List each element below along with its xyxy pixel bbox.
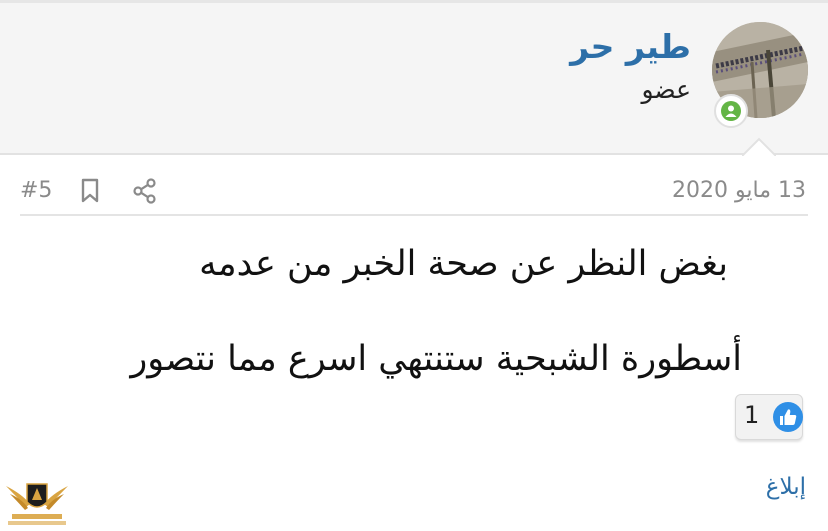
post-number-link[interactable]: #5 (20, 178, 52, 203)
author-name-link[interactable]: طير حر (570, 27, 691, 66)
report-link[interactable]: إبلاغ (766, 474, 806, 500)
forum-watermark-logo (6, 483, 68, 525)
post-author-header: طير حر عضو (0, 0, 828, 155)
post-text-line: أسطورة الشبحية ستنتهي اسرع مما نتصور (130, 339, 742, 379)
bookmark-icon[interactable] (80, 178, 100, 204)
author-title: عضو (641, 75, 691, 104)
user-online-icon (725, 105, 737, 117)
header-pointer-arrow (742, 137, 776, 157)
thumbs-up-icon (773, 402, 803, 432)
share-icon[interactable] (132, 178, 158, 204)
post-meta-row: 13 مايو 2020 #5 (20, 172, 808, 216)
reaction-count: 1 (744, 401, 760, 429)
reaction-summary-button[interactable]: 1 (735, 394, 803, 440)
online-status-badge (714, 94, 748, 128)
post-date-link[interactable]: 13 مايو 2020 (672, 178, 806, 203)
post-text-line: بغض النظر عن صحة الخبر من عدمه (199, 244, 728, 284)
